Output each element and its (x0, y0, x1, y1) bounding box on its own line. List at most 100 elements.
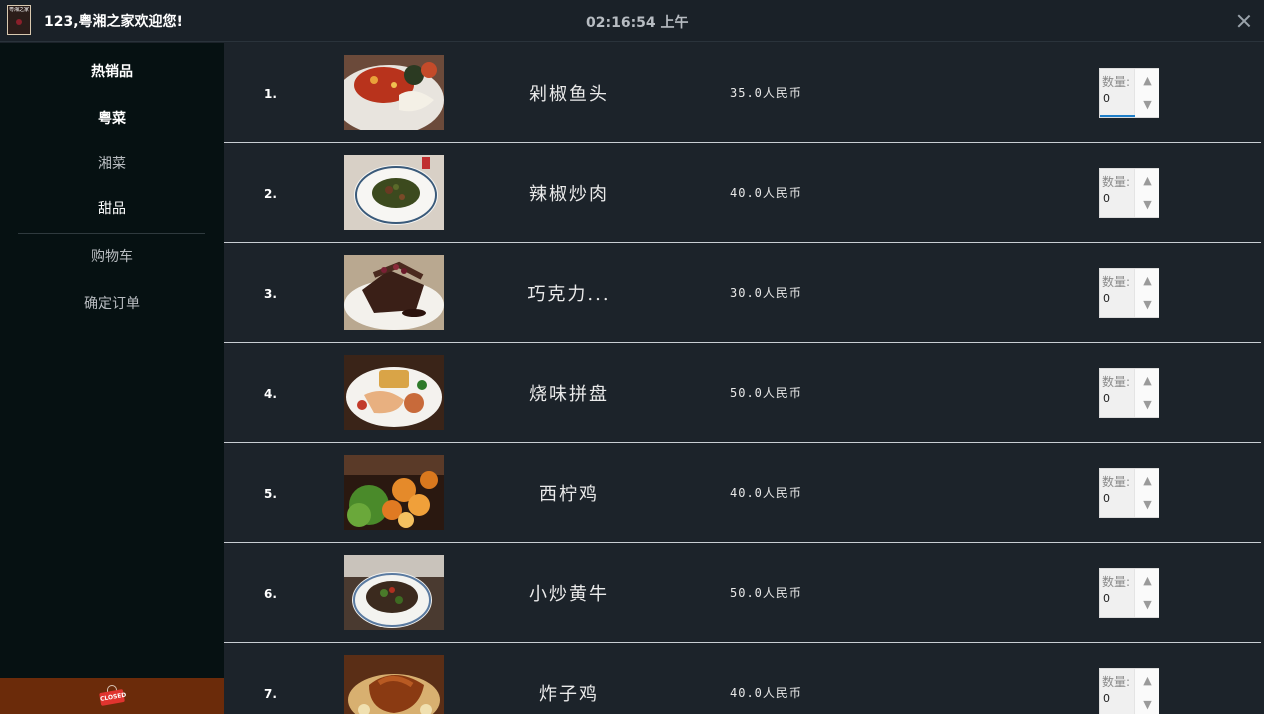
decrement-icon[interactable]: ▼ (1135, 593, 1160, 617)
quantity-stepper[interactable]: 数量: ▲ ▼ (1099, 68, 1159, 118)
dish-price: 35.0人民币 (730, 86, 802, 100)
sidebar-item-cart[interactable]: 购物车 (0, 246, 224, 266)
decrement-icon[interactable]: ▼ (1135, 493, 1160, 517)
dish-row: 5. 西柠鸡 40.0人民币 数量: ▲ ▼ (224, 442, 1264, 543)
dish-row: 1. 剁椒鱼头 35.0人民币 数量: ▲ ▼ (224, 42, 1264, 143)
dish-photo[interactable] (344, 255, 444, 330)
decrement-icon[interactable]: ▼ (1135, 393, 1160, 417)
quantity-label: 数量: (1102, 675, 1131, 689)
quantity-spinner: ▲ ▼ (1134, 669, 1159, 714)
quantity-stepper[interactable]: 数量: ▲ ▼ (1099, 368, 1159, 418)
dish-name: 辣椒炒肉 (529, 184, 609, 205)
sidebar-item-confirm-order[interactable]: 确定订单 (0, 293, 224, 313)
title-bar: 粤湘之家 123,粤湘之家欢迎您! 02:16:54 上午 (0, 0, 1264, 42)
dish-photo[interactable] (344, 355, 444, 430)
sidebar-item-dessert[interactable]: 甜品 (0, 198, 224, 218)
close-icon[interactable] (1234, 11, 1254, 31)
closed-sign-icon[interactable]: CLOSED (99, 685, 127, 706)
dish-list: 1. 剁椒鱼头 35.0人民币 数量: ▲ ▼ 2. 辣椒炒肉 40.0人民币 … (224, 42, 1264, 714)
quantity-input[interactable] (1103, 592, 1133, 605)
dish-row: 4. 烧味拼盘 50.0人民币 数量: ▲ ▼ (224, 342, 1264, 443)
quantity-input[interactable] (1103, 392, 1133, 405)
sidebar: 热销品 粤菜 湘菜 甜品 购物车 确定订单 CLOSED (0, 43, 224, 714)
increment-icon[interactable]: ▲ (1135, 369, 1160, 393)
quantity-label: 数量: (1102, 475, 1131, 489)
dish-photo[interactable] (344, 55, 444, 130)
quantity-label: 数量: (1102, 375, 1131, 389)
increment-icon[interactable]: ▲ (1135, 69, 1160, 93)
quantity-input[interactable] (1103, 692, 1133, 705)
dish-index: 3. (264, 287, 277, 301)
quantity-input[interactable] (1103, 192, 1133, 205)
dish-index: 4. (264, 387, 277, 401)
sidebar-item-hunan[interactable]: 湘菜 (0, 153, 224, 173)
sidebar-footer: CLOSED (0, 678, 224, 714)
dish-name: 小炒黄牛 (529, 584, 609, 605)
logo-mark-icon (16, 19, 22, 25)
dish-photo-image (344, 555, 444, 630)
quantity-label: 数量: (1102, 75, 1131, 89)
dish-photo[interactable] (344, 655, 444, 714)
dish-row: 3. 巧克力... 30.0人民币 数量: ▲ ▼ (224, 242, 1264, 343)
clock: 02:16:54 上午 (586, 15, 689, 31)
quantity-input[interactable] (1103, 92, 1133, 105)
closed-sign-text: CLOSED (99, 689, 127, 706)
dish-name: 烧味拼盘 (529, 384, 609, 405)
sidebar-divider (18, 233, 205, 234)
dish-photo[interactable] (344, 155, 444, 230)
dish-photo[interactable] (344, 555, 444, 630)
increment-icon[interactable]: ▲ (1135, 169, 1160, 193)
quantity-spinner: ▲ ▼ (1134, 369, 1159, 417)
decrement-icon[interactable]: ▼ (1135, 93, 1160, 117)
app-logo: 粤湘之家 (7, 5, 31, 35)
increment-icon[interactable]: ▲ (1135, 469, 1160, 493)
dish-row: 2. 辣椒炒肉 40.0人民币 数量: ▲ ▼ (224, 142, 1264, 243)
increment-icon[interactable]: ▲ (1135, 569, 1160, 593)
quantity-stepper[interactable]: 数量: ▲ ▼ (1099, 168, 1159, 218)
dish-photo-image (344, 55, 444, 130)
sidebar-item-hot[interactable]: 热销品 (0, 61, 224, 81)
dish-photo[interactable] (344, 455, 444, 530)
dish-price: 40.0人民币 (730, 186, 802, 200)
dish-index: 5. (264, 487, 277, 501)
quantity-input[interactable] (1103, 492, 1133, 505)
dish-row: 6. 小炒黄牛 50.0人民币 数量: ▲ ▼ (224, 542, 1264, 643)
quantity-label: 数量: (1102, 575, 1131, 589)
quantity-label: 数量: (1102, 175, 1131, 189)
dish-index: 7. (264, 687, 277, 701)
dish-name: 剁椒鱼头 (529, 84, 609, 105)
dish-price: 40.0人民币 (730, 686, 802, 700)
dish-price: 40.0人民币 (730, 486, 802, 500)
quantity-stepper[interactable]: 数量: ▲ ▼ (1099, 668, 1159, 714)
app-title: 123,粤湘之家欢迎您! (44, 14, 183, 30)
dish-photo-image (344, 355, 444, 430)
quantity-input[interactable] (1103, 292, 1133, 305)
decrement-icon[interactable]: ▼ (1135, 293, 1160, 317)
dish-name: 巧克力... (527, 284, 611, 305)
quantity-spinner: ▲ ▼ (1134, 269, 1159, 317)
quantity-stepper[interactable]: 数量: ▲ ▼ (1099, 568, 1159, 618)
dish-row: 7. 炸子鸡 40.0人民币 数量: ▲ ▼ (224, 642, 1264, 714)
dish-name: 炸子鸡 (539, 684, 599, 705)
dish-price: 50.0人民币 (730, 586, 802, 600)
dish-index: 6. (264, 587, 277, 601)
quantity-focus-underline (1100, 115, 1135, 117)
dish-photo-image (344, 455, 444, 530)
quantity-label: 数量: (1102, 275, 1131, 289)
dish-price: 30.0人民币 (730, 286, 802, 300)
sidebar-item-cantonese[interactable]: 粤菜 (0, 108, 224, 128)
dish-photo-image (344, 655, 444, 714)
quantity-spinner: ▲ ▼ (1134, 469, 1159, 517)
decrement-icon[interactable]: ▼ (1135, 193, 1160, 217)
dish-photo-image (344, 155, 444, 230)
logo-text: 粤湘之家 (9, 7, 29, 13)
increment-icon[interactable]: ▲ (1135, 269, 1160, 293)
quantity-spinner: ▲ ▼ (1134, 169, 1159, 217)
dish-price: 50.0人民币 (730, 386, 802, 400)
dish-name: 西柠鸡 (539, 484, 599, 505)
decrement-icon[interactable]: ▼ (1135, 693, 1160, 714)
quantity-stepper[interactable]: 数量: ▲ ▼ (1099, 268, 1159, 318)
increment-icon[interactable]: ▲ (1135, 669, 1160, 693)
quantity-spinner: ▲ ▼ (1134, 569, 1159, 617)
quantity-stepper[interactable]: 数量: ▲ ▼ (1099, 468, 1159, 518)
